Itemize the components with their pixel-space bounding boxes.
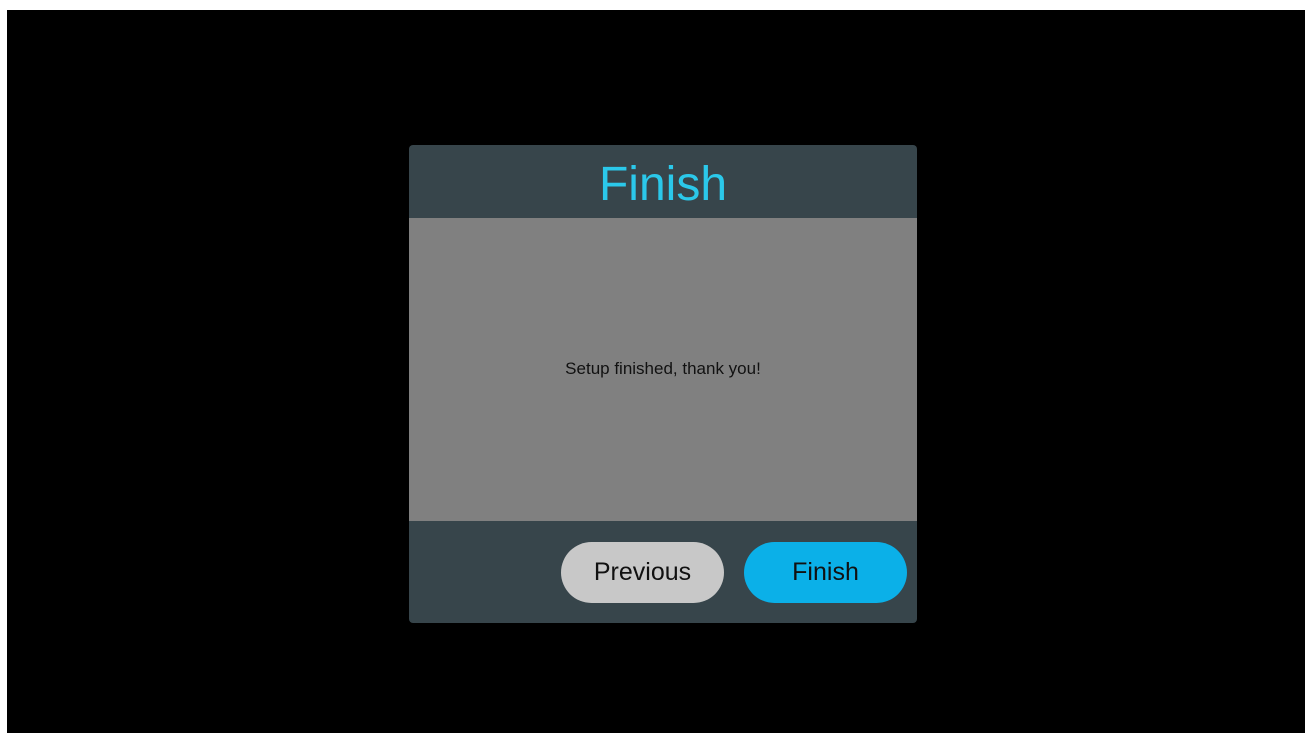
dialog-footer: Previous Finish	[409, 521, 917, 623]
screen-background: Finish Setup finished, thank you! Previo…	[7, 10, 1305, 733]
dialog-body: Setup finished, thank you!	[409, 218, 917, 521]
dialog-title: Finish	[598, 157, 728, 211]
setup-finish-dialog: Finish Setup finished, thank you! Previo…	[409, 145, 917, 623]
dialog-message: Setup finished, thank you!	[565, 359, 761, 378]
finish-button[interactable]: Finish	[744, 542, 907, 603]
previous-button[interactable]: Previous	[561, 542, 724, 603]
dialog-header: Finish	[409, 145, 917, 218]
